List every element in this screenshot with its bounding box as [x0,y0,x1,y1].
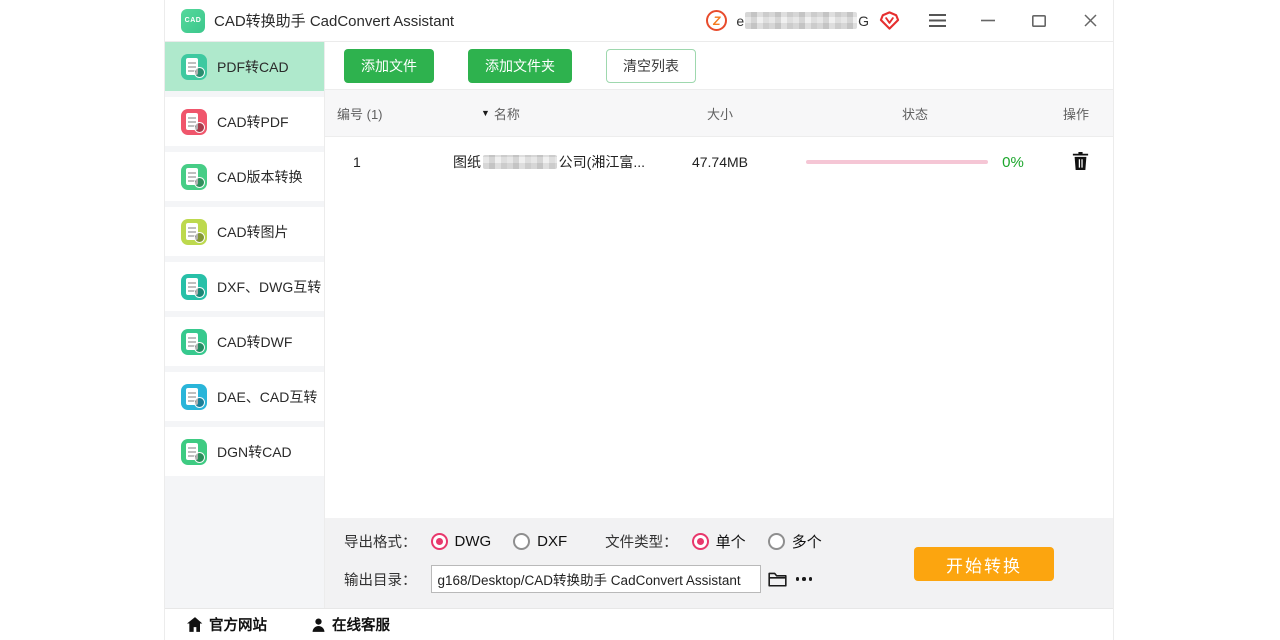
header-size: 大小 [645,104,795,123]
redacted-username [745,12,857,29]
home-icon [187,617,203,632]
add-file-button[interactable]: 添加文件 [344,49,434,83]
browse-folder-button[interactable] [768,571,787,587]
dgn-to-cad-icon [181,439,207,465]
sidebar-item-label: PDF转CAD [217,57,289,77]
sidebar-item-dxf-dwg-convert[interactable]: DXF、DWG互转 [165,262,324,311]
user-account[interactable]: e G [736,12,869,29]
progress-percent: 0% [988,154,1024,171]
sidebar-item-dae-cad-convert[interactable]: DAE、CAD互转 [165,372,324,421]
sidebar-item-label: CAD版本转换 [217,167,303,187]
cad-to-image-icon [181,219,207,245]
radio-dxf[interactable] [513,533,530,550]
z-logo-icon[interactable]: Z [706,10,727,31]
empty-file-area [325,187,1113,518]
export-format-label: 导出格式： [344,531,417,552]
close-button[interactable] [1081,12,1099,30]
output-dir-label: 输出目录： [344,569,417,590]
sidebar-item-dgn-to-cad[interactable]: DGN转CAD [165,427,324,476]
cad-to-pdf-icon [181,109,207,135]
app-logo-icon: CAD [181,9,205,33]
footer: 官方网站 在线客服 [165,608,1113,640]
row-filesize: 47.74MB [645,154,795,170]
user-name-suffix: G [858,13,869,29]
sidebar-item-label: DAE、CAD互转 [217,387,317,407]
sidebar-filler [165,482,324,608]
pdf-to-cad-icon [181,54,207,80]
row-actions [1035,152,1115,173]
table-header: 编号 (1) ▼ 名称 大小 状态 操作 [325,90,1113,137]
clear-list-button[interactable]: 清空列表 [606,49,696,83]
progress-bar [806,160,988,164]
sidebar-item-cad-to-image[interactable]: CAD转图片 [165,207,324,256]
file-toolbar: 添加文件 添加文件夹 清空列表 [325,42,1113,90]
more-options-button[interactable] [796,577,813,581]
sidebar-item-label: CAD转DWF [217,332,292,352]
official-website-link[interactable]: 官方网站 [187,614,267,635]
window-title: CAD转换助手 CadConvert Assistant [214,10,454,31]
support-person-icon [311,617,326,633]
radio-single-label[interactable]: 单个 [716,531,746,552]
app-window: CAD CAD转换助手 CadConvert Assistant Z e G [164,0,1114,640]
user-name-prefix: e [736,13,744,29]
sidebar-item-cad-version-convert[interactable]: CAD版本转换 [165,152,324,201]
main-content: 添加文件 添加文件夹 清空列表 编号 (1) ▼ 名称 大小 状态 操作 1 [325,42,1113,608]
row-number: 1 [325,154,445,170]
sidebar-item-label: DGN转CAD [217,442,292,462]
titlebar: CAD CAD转换助手 CadConvert Assistant Z e G [165,0,1113,42]
start-convert-button[interactable]: 开始转换 [914,547,1054,581]
redacted-filename [483,155,557,169]
cad-version-convert-icon [181,164,207,190]
cad-to-dwf-icon [181,329,207,355]
radio-multiple-label[interactable]: 多个 [792,531,822,552]
sidebar-item-pdf-to-cad[interactable]: PDF转CAD [165,42,324,91]
radio-multiple[interactable] [768,533,785,550]
dxf-dwg-convert-icon [181,274,207,300]
sidebar-item-label: CAD转PDF [217,112,289,132]
folder-icon [768,571,787,587]
radio-single[interactable] [692,533,709,550]
page: CAD CAD转换助手 CadConvert Assistant Z e G [0,0,1280,640]
trash-icon [1072,152,1089,170]
online-support-link[interactable]: 在线客服 [311,614,390,635]
radio-dxf-label[interactable]: DXF [537,533,567,550]
row-status: 0% [795,154,1035,171]
radio-dwg-label[interactable]: DWG [455,533,492,550]
table-row: 1 图纸 公司(湘江富... 47.74MB 0% [325,137,1113,187]
sidebar: PDF转CAD CAD转PDF CAD版本转换 CAD转图片 DXF、DWG互转 [165,42,325,608]
minimize-button[interactable] [979,12,997,30]
conversion-options-panel: 导出格式： DWG DXF 文件类型： 单个 多个 输出目录： [325,518,1113,608]
menu-icon[interactable] [928,12,946,30]
file-type-label: 文件类型： [605,531,678,552]
vip-badge-icon[interactable] [879,10,900,31]
sidebar-item-label: CAD转图片 [217,222,289,242]
row-filename: 图纸 公司(湘江富... [445,152,645,172]
sidebar-item-cad-to-dwf[interactable]: CAD转DWF [165,317,324,366]
add-folder-button[interactable]: 添加文件夹 [468,49,572,83]
output-dir-input[interactable] [431,565,761,593]
sidebar-item-cad-to-pdf[interactable]: CAD转PDF [165,97,324,146]
header-status: 状态 [795,104,1035,123]
delete-row-button[interactable] [1072,152,1089,173]
header-name[interactable]: ▼ 名称 [445,104,645,123]
maximize-button[interactable] [1030,12,1048,30]
dae-cad-convert-icon [181,384,207,410]
sort-desc-icon: ▼ [481,108,490,118]
header-number: 编号 (1) [325,104,445,123]
header-action: 操作 [1035,104,1115,123]
sidebar-item-label: DXF、DWG互转 [217,277,321,297]
radio-dwg[interactable] [431,533,448,550]
